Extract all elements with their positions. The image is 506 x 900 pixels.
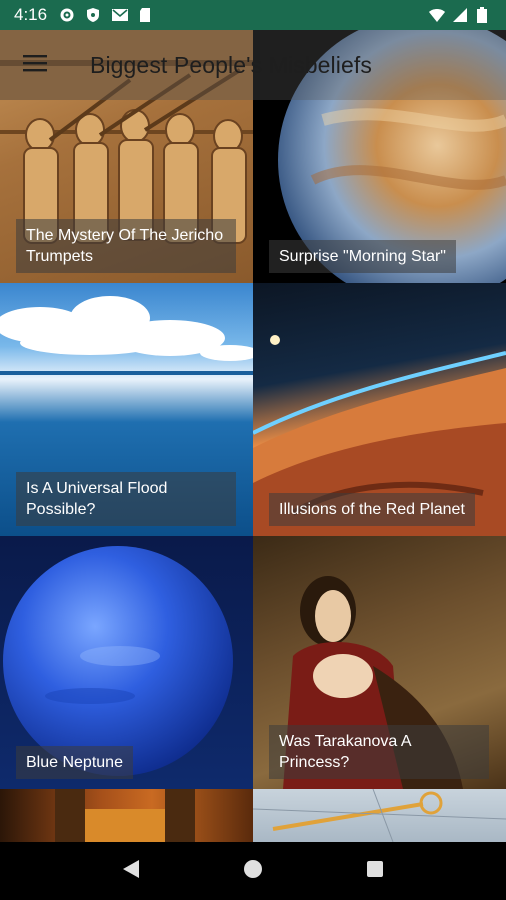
back-icon [121,858,141,885]
app-screen: 4:16 The Mystery Of The Jericho Trumpets… [0,0,506,900]
mail-icon [111,7,129,23]
status-time: 4:16 [14,5,48,24]
sd-card-icon [137,7,153,23]
article-title: Surprise "Morning Star" [269,240,456,273]
status-icons-left [59,7,153,23]
article-title: Illusions of the Red Planet [269,493,475,526]
back-button[interactable] [111,851,151,891]
wifi-icon [428,7,445,23]
status-bar: 4:16 [0,0,506,30]
article-tile-neptune[interactable]: Blue Neptune [0,536,253,789]
article-image [253,789,506,842]
article-image [0,789,253,842]
article-title: Is A Universal Flood Possible? [16,472,236,526]
article-title: The Mystery Of The Jericho Trumpets [16,219,236,273]
article-tile-partial[interactable] [253,789,506,842]
recents-icon [365,859,385,884]
recents-button[interactable] [355,851,395,891]
shield-icon [85,7,101,23]
article-title: Blue Neptune [16,746,133,779]
gear-icon [59,7,75,23]
page-title: Biggest People's Misbeliefs [90,51,372,78]
status-icons-right [428,7,492,23]
battery-icon [476,7,492,23]
app-bar: Biggest People's Misbeliefs [0,30,506,100]
home-button[interactable] [233,851,273,891]
hamburger-menu-icon [22,53,48,78]
menu-button[interactable] [0,30,70,100]
system-nav-bar [0,842,506,900]
signal-icon [452,7,468,23]
article-tile-partial[interactable] [0,789,253,842]
article-grid: The Mystery Of The Jericho Trumpets Surp… [0,30,506,842]
article-title: Was Tarakanova A Princess? [269,725,489,779]
article-tile-universal-flood[interactable]: Is A Universal Flood Possible? [0,283,253,536]
article-tile-tarakanova[interactable]: Was Tarakanova A Princess? [253,536,506,789]
home-icon [242,858,264,885]
article-tile-red-planet[interactable]: Illusions of the Red Planet [253,283,506,536]
